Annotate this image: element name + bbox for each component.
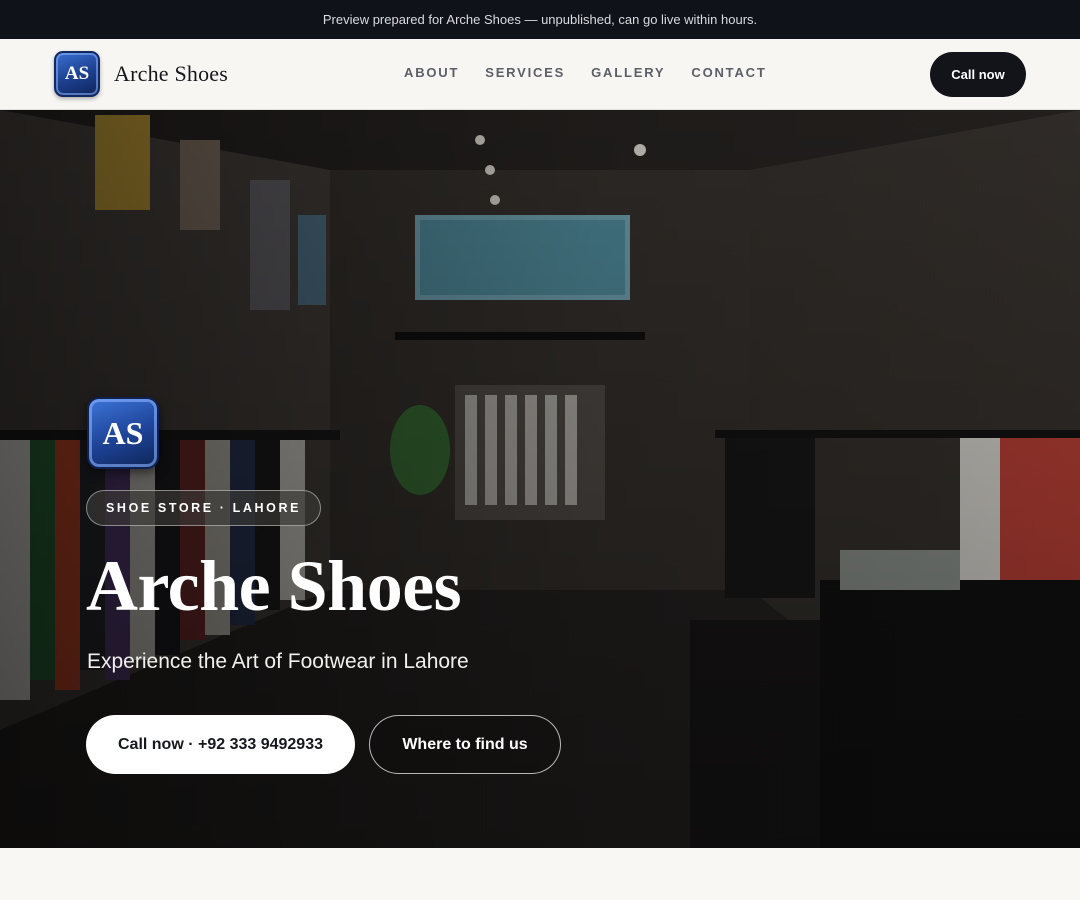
hero-section: AS SHOE STORE · LAHORE Arche Shoes Exper…: [0, 110, 1080, 848]
nav-about[interactable]: ABOUT: [404, 65, 459, 80]
preview-banner: Preview prepared for Arche Shoes — unpub…: [0, 0, 1080, 39]
site-header: AS Arche Shoes ABOUT SERVICES GALLERY CO…: [0, 39, 1080, 110]
nav-gallery[interactable]: GALLERY: [591, 65, 665, 80]
main-nav: ABOUT SERVICES GALLERY CONTACT: [404, 65, 793, 80]
call-now-button[interactable]: Call now · +92 333 9492933: [86, 715, 355, 774]
hero-subtitle: Experience the Art of Footwear in Lahore: [87, 650, 469, 673]
hero-logo-icon: AS: [87, 397, 159, 469]
find-us-button[interactable]: Where to find us: [369, 715, 561, 774]
hero-title: Arche Shoes: [86, 546, 462, 626]
brand-logo-icon[interactable]: AS: [54, 51, 100, 97]
header-call-button[interactable]: Call now: [930, 52, 1026, 97]
nav-services[interactable]: SERVICES: [485, 65, 565, 80]
nav-contact[interactable]: CONTACT: [691, 65, 766, 80]
preview-banner-text: Preview prepared for Arche Shoes — unpub…: [322, 12, 758, 27]
category-tag: SHOE STORE · LAHORE: [86, 490, 322, 526]
brand-name[interactable]: Arche Shoes: [114, 61, 228, 87]
